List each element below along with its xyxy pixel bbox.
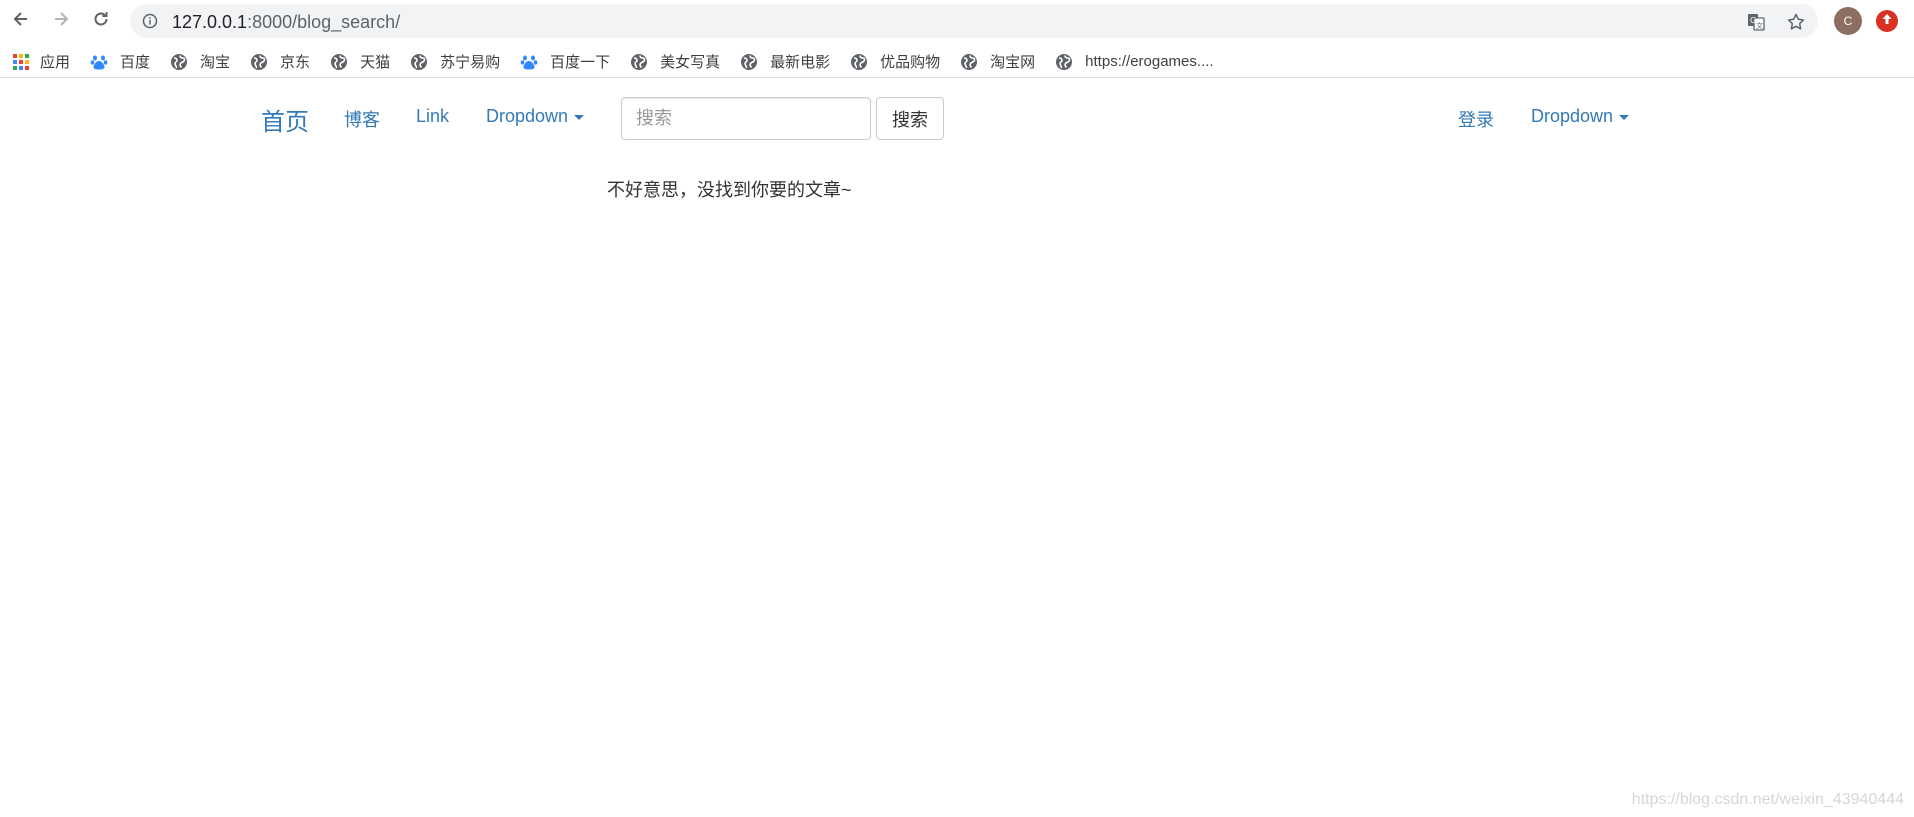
globe-icon xyxy=(960,53,978,71)
globe-icon xyxy=(250,53,268,71)
nav-home-brand[interactable]: 首页 xyxy=(261,102,309,137)
bookmark-label: 天猫 xyxy=(360,54,391,71)
bookmark-label: 百度一下 xyxy=(550,54,611,71)
star-icon[interactable] xyxy=(1786,12,1806,32)
nav-dropdown-left[interactable]: Dropdown xyxy=(486,106,585,127)
nav-dropdown-left-label: Dropdown xyxy=(486,106,569,126)
caret-down-icon xyxy=(574,114,585,120)
bookmark-tmall[interactable]: 天猫 xyxy=(330,51,390,72)
bookmarks-bar: 应用 百度 淘宝 京东 天猫 苏宁易购 百度一下 美女写真 最新电影 优品购物 … xyxy=(0,46,1914,78)
reload-icon xyxy=(91,9,111,34)
nav-dropdown-right-label: Dropdown xyxy=(1531,106,1614,126)
address-bar[interactable]: 127.0.0.1:8000/blog_search/ G文 xyxy=(130,4,1818,38)
translate-icon[interactable]: G文 xyxy=(1746,12,1766,32)
bookmark-label: 淘宝网 xyxy=(990,54,1036,71)
nav-blog[interactable]: 博客 xyxy=(344,106,380,132)
arrow-left-icon xyxy=(11,9,31,34)
bookmark-label: 最新电影 xyxy=(770,54,831,71)
watermark: https://blog.csdn.net/weixin_43940444 xyxy=(1631,791,1904,808)
globe-icon xyxy=(410,53,428,71)
bookmark-jd[interactable]: 京东 xyxy=(250,51,310,72)
bookmark-taobao-net[interactable]: 淘宝网 xyxy=(960,51,1035,72)
bookmark-photos[interactable]: 美女写真 xyxy=(630,51,720,72)
baidu-paw-icon xyxy=(520,53,538,71)
arrow-right-icon xyxy=(51,9,71,34)
url-host: 127.0.0.1 xyxy=(172,12,248,32)
globe-icon xyxy=(740,53,758,71)
url-path: :8000/blog_search/ xyxy=(247,12,401,32)
bookmark-suning[interactable]: 苏宁易购 xyxy=(410,51,500,72)
forward-button[interactable] xyxy=(48,8,74,34)
bookmark-label: 应用 xyxy=(40,54,71,71)
globe-icon xyxy=(850,53,868,71)
bookmark-label: https://erogames.... xyxy=(1085,53,1214,70)
globe-icon xyxy=(170,53,188,71)
bookmark-label: 优品购物 xyxy=(880,54,941,71)
profile-avatar[interactable]: C xyxy=(1834,7,1862,35)
apps-grid-icon xyxy=(12,53,30,71)
update-button[interactable] xyxy=(1876,10,1898,32)
bookmark-label: 京东 xyxy=(280,54,311,71)
url-text[interactable]: 127.0.0.1:8000/blog_search/ xyxy=(172,12,400,33)
info-icon[interactable] xyxy=(142,13,158,29)
nav-login[interactable]: 登录 xyxy=(1458,106,1494,132)
bookmark-baidu[interactable]: 百度 xyxy=(90,51,150,72)
baidu-paw-icon xyxy=(90,53,108,71)
svg-text:文: 文 xyxy=(1756,21,1763,30)
caret-down-icon xyxy=(1619,114,1630,120)
nav-dropdown-right[interactable]: Dropdown xyxy=(1531,106,1630,127)
search-input[interactable] xyxy=(621,97,871,140)
bookmark-label: 苏宁易购 xyxy=(440,54,501,71)
bookmark-apps[interactable]: 应用 xyxy=(12,51,70,72)
nav-link[interactable]: Link xyxy=(416,106,449,127)
avatar-letter: C xyxy=(1843,14,1853,28)
bookmark-shopping[interactable]: 优品购物 xyxy=(850,51,940,72)
globe-icon xyxy=(630,53,648,71)
globe-icon xyxy=(330,53,348,71)
bookmark-taobao[interactable]: 淘宝 xyxy=(170,51,230,72)
search-button[interactable]: 搜索 xyxy=(876,97,944,140)
bookmark-label: 百度 xyxy=(120,54,151,71)
bookmark-label: 美女写真 xyxy=(660,54,721,71)
browser-toolbar: 127.0.0.1:8000/blog_search/ G文 C xyxy=(0,0,1914,42)
no-results-message: 不好意思，没找到你要的文章~ xyxy=(607,180,852,200)
site-navbar: 首页 博客 Link Dropdown 搜索 登录 Dropdown xyxy=(0,86,1914,148)
back-button[interactable] xyxy=(8,8,34,34)
reload-button[interactable] xyxy=(88,8,114,34)
bookmark-baidu-search[interactable]: 百度一下 xyxy=(520,51,610,72)
update-arrow-icon xyxy=(1880,12,1894,31)
bookmark-erogames[interactable]: https://erogames.... xyxy=(1055,53,1214,71)
bookmark-label: 淘宝 xyxy=(200,54,231,71)
globe-icon xyxy=(1055,53,1073,71)
bookmark-movies[interactable]: 最新电影 xyxy=(740,51,830,72)
